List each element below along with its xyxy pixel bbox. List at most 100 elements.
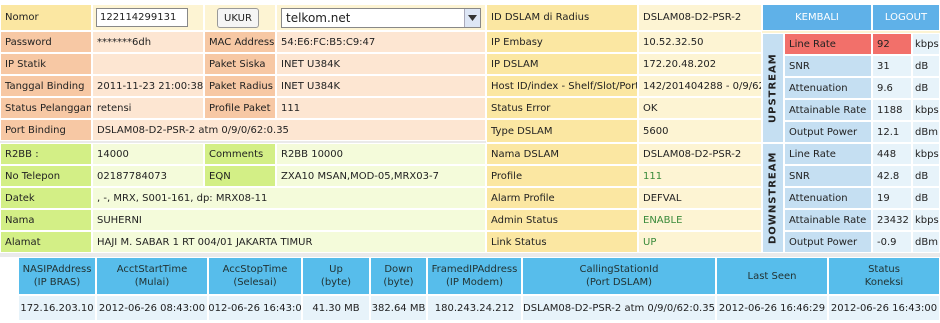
session-cell: 180.243.24.212: [427, 295, 522, 321]
dslam-info-value: DSLAM08-D2-PSR-2: [638, 4, 762, 31]
session-cell: 2012-06-26 16:43:00: [208, 295, 302, 321]
nama-value: SUHERNI: [92, 209, 486, 231]
session-header-subtitle: (byte): [383, 277, 414, 288]
session-cell: 172.16.203.10: [18, 295, 96, 321]
downstream-metric-label: Line Rate: [784, 143, 872, 165]
no-telepon-label: No Telepon: [0, 165, 92, 187]
eqn-label: EQN: [204, 165, 276, 187]
dslam-info-label: Link Status: [486, 231, 638, 253]
upstream-metric-value: 12.1: [872, 121, 912, 143]
ukur-cell: UKUR: [204, 4, 276, 31]
session-header-title: Down: [384, 264, 413, 275]
upstream-metric-value: 9.6: [872, 77, 912, 99]
paket-radius-value: INET U384K: [276, 75, 486, 97]
dslam-info-label: IP Embasy: [486, 31, 638, 53]
mac-label: MAC Address: [204, 31, 276, 53]
datek-value: , -, MRX, S001-161, dp: MRX08-11: [92, 187, 486, 209]
upstream-metric-label: Attenuation: [784, 77, 872, 99]
nomor-cell: 122114299131: [92, 4, 204, 31]
eqn-value: ZXA10 MSAN,MOD-05,MRX03-7: [276, 165, 486, 187]
domain-cell: telkom.net: [276, 4, 486, 31]
session-cell: 382.64 MB: [370, 295, 427, 321]
upstream-metric-label: Output Power: [784, 121, 872, 143]
r2bb-label: R2BB :: [0, 143, 92, 165]
session-header-title: Status: [868, 264, 900, 275]
ukur-button[interactable]: UKUR: [217, 8, 259, 28]
session-header: NASIPAddress (IP BRAS): [18, 257, 96, 295]
downstream-metric-value: 448: [872, 143, 912, 165]
no-telepon-value: 02187784073: [92, 165, 204, 187]
downstream-metric-label: Output Power: [784, 231, 872, 253]
session-header: Down (byte): [370, 257, 427, 295]
paket-siska-label: Paket Siska: [204, 53, 276, 75]
downstream-title: DOWNSTREAM: [762, 143, 784, 253]
upstream-metric-value: 92: [872, 33, 912, 55]
session-header: CallingStationId (Port DSLAM): [522, 257, 716, 295]
session-cell: 2012-06-26 08:43:00: [96, 295, 208, 321]
dslam-info-value: 10.52.32.50: [638, 31, 762, 53]
dslam-info-label: Admin Status: [486, 209, 638, 231]
downstream-metric-value: 19: [872, 187, 912, 209]
nama-label: Nama: [0, 209, 92, 231]
dslam-info-value: UP: [638, 231, 762, 253]
dslam-info-label: Host ID/index - Shelf/Slot/Port: [486, 75, 638, 97]
session-header-title: AccStopTime: [222, 264, 288, 275]
downstream-metric-label: Attainable Rate: [784, 209, 872, 231]
upstream-metric-unit: kbps: [912, 99, 940, 121]
comments-label: Comments: [204, 143, 276, 165]
datek-label: Datek: [0, 187, 92, 209]
session-header: Up (byte): [302, 257, 370, 295]
session-header: AccStopTime (Selesai): [208, 257, 302, 295]
kembali-button[interactable]: KEMBALI: [762, 4, 872, 31]
session-header: Last Seen: [716, 257, 828, 295]
dslam-info-value: 5600: [638, 119, 762, 143]
upstream-metric-value: 31: [872, 55, 912, 77]
session-header: FramedIPAddress (IP Modem): [427, 257, 522, 295]
upstream-metric-unit: dB: [912, 55, 940, 77]
session-header-subtitle: (Port DSLAM): [585, 277, 653, 288]
ipstatik-label: IP Statik: [0, 53, 92, 75]
upstream-metric-value: 1188: [872, 99, 912, 121]
dslam-info-value: 111: [638, 165, 762, 187]
downstream-metric-unit: dB: [912, 165, 940, 187]
domain-select[interactable]: telkom.net: [281, 8, 481, 28]
dslam-info-value: 172.20.48.202: [638, 53, 762, 75]
dslam-info-label: Alarm Profile: [486, 187, 638, 209]
upstream-metric-label: SNR: [784, 55, 872, 77]
session-header: AcctStartTime (Mulai): [96, 257, 208, 295]
session-header-subtitle: (Selesai): [233, 277, 277, 288]
session-header-title: Last Seen: [747, 270, 797, 282]
downstream-metric-unit: kbps: [912, 143, 940, 165]
session-header-subtitle: (IP BRAS): [33, 277, 81, 288]
paket-siska-value: INET U384K: [276, 53, 486, 75]
upstream-metric-unit: kbps: [912, 33, 940, 55]
downstream-metric-value: 23432: [872, 209, 912, 231]
dslam-info-label: Profile: [486, 165, 638, 187]
dslam-info-label: Type DSLAM: [486, 119, 638, 143]
port-binding-label: Port Binding: [0, 119, 92, 141]
session-header-subtitle: (Mulai): [134, 277, 170, 288]
dslam-info-value: 142/201404288 - 0/9/62: [638, 75, 762, 97]
session-header-title: CallingStationId: [579, 264, 659, 275]
session-header-subtitle: Koneksi: [864, 277, 904, 288]
logout-button[interactable]: LOGOUT: [872, 4, 940, 31]
dslam-info-label: ID DSLAM di Radius: [486, 4, 638, 31]
nomor-input[interactable]: 122114299131: [96, 8, 188, 27]
downstream-metric-unit: dB: [912, 187, 940, 209]
dslam-info-value: DEFVAL: [638, 187, 762, 209]
tanggal-binding-label: Tanggal Binding: [0, 75, 92, 97]
dslam-info-label: Nama DSLAM: [486, 143, 638, 165]
upstream-metric-unit: dBm: [912, 121, 940, 143]
upstream-metric-unit: dB: [912, 77, 940, 99]
downstream-metric-label: Attenuation: [784, 187, 872, 209]
profile-paket-value: 111: [276, 97, 486, 119]
dslam-info-value: DSLAM08-D2-PSR-2: [638, 143, 762, 165]
status-pelanggan-label: Status Pelanggan: [0, 97, 92, 119]
nomor-label: Nomor: [0, 4, 92, 31]
ipstatik-value: [92, 53, 204, 75]
downstream-metric-label: SNR: [784, 165, 872, 187]
session-header: Status Koneksi: [828, 257, 940, 295]
session-cell: 2012-06-26 16:43:00: [828, 295, 940, 321]
alamat-label: Alamat: [0, 231, 92, 253]
r2bb-value: 14000: [92, 143, 204, 165]
